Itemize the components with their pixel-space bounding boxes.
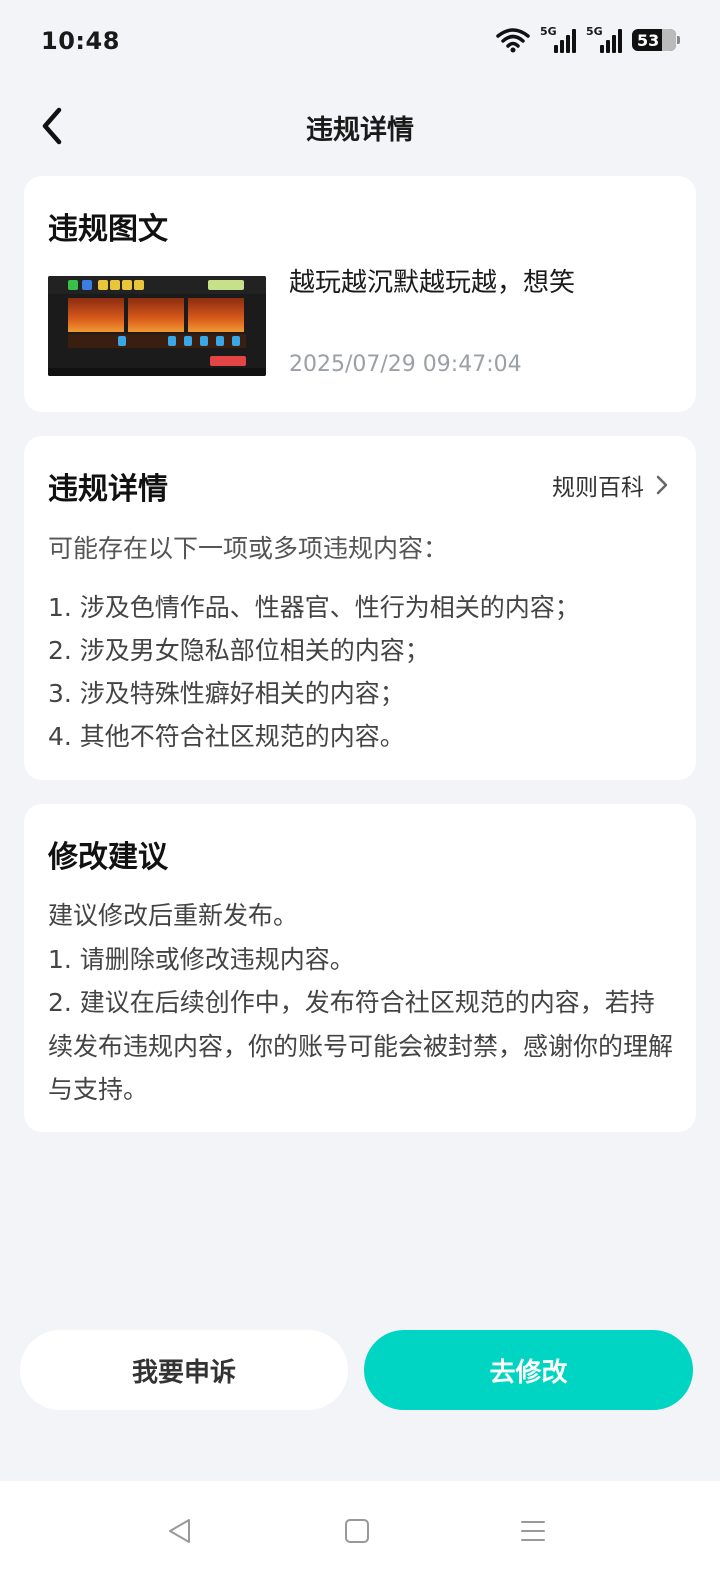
suggestion-line: 1. 请删除或修改违规内容。 — [48, 944, 355, 974]
suggestion-line: 2. 建议在后续创作中，发布符合社区规范的内容，若持续发布违规内容，你的账号可能… — [48, 988, 674, 1104]
signal-icon: 5G — [586, 25, 622, 53]
list-item: 1. 涉及色情作品、性器官、性行为相关的内容； — [48, 593, 580, 622]
system-nav-bar — [0, 1481, 720, 1584]
chevron-right-icon — [656, 475, 668, 495]
rules-wiki-link[interactable]: 规则百科 — [552, 468, 668, 502]
page-title: 违规详情 — [306, 115, 414, 146]
status-time: 10:48 — [41, 27, 120, 55]
wifi-icon — [496, 28, 530, 53]
rules-wiki-label: 规则百科 — [552, 475, 644, 501]
status-icons: 5G 5G 53 — [496, 25, 680, 53]
suggestion-line: 建议修改后重新发布。 — [48, 901, 299, 930]
violation-post-card: 违规图文 越玩越沉默越玩越，想笑 2025/07/29 09:47:04 — [24, 176, 696, 412]
detail-intro: 可能存在以下一项或多项违规内容： — [48, 534, 449, 563]
status-bar: 10:48 5G 5G 53 — [0, 0, 720, 84]
list-item: 2. 涉及男女隐私部位相关的内容； — [48, 636, 430, 665]
signal-icon: 5G — [540, 25, 576, 53]
suggestion-card-title: 修改建议 — [48, 840, 168, 875]
list-item: 4. 其他不符合社区规范的内容。 — [48, 722, 405, 751]
violation-list: 1. 涉及色情作品、性器官、性行为相关的内容； 2. 涉及男女隐私部位相关的内容… — [48, 586, 580, 758]
post-text: 越玩越沉默越玩越，想笑 — [289, 268, 576, 298]
detail-card-title: 违规详情 — [48, 472, 168, 507]
violation-detail-card: 违规详情 规则百科 可能存在以下一项或多项违规内容： 1. 涉及色情作品、性器官… — [24, 436, 696, 780]
suggestion-card: 修改建议 建议修改后重新发布。 1. 请删除或修改违规内容。 2. 建议在后续创… — [24, 804, 696, 1132]
menu-icon — [521, 1521, 545, 1541]
battery-icon: 53 — [632, 29, 680, 51]
post-thumbnail[interactable] — [48, 276, 266, 376]
list-item: 3. 涉及特殊性癖好相关的内容； — [48, 679, 405, 708]
post-timestamp: 2025/07/29 09:47:04 — [289, 352, 522, 377]
nav-menu-button[interactable] — [511, 1509, 555, 1553]
modify-button[interactable]: 去修改 — [364, 1330, 693, 1410]
header: 违规详情 — [0, 90, 720, 162]
square-home-icon — [345, 1519, 369, 1543]
battery-level: 53 — [637, 30, 660, 50]
appeal-button[interactable]: 我要申诉 — [20, 1330, 348, 1410]
nav-home-button[interactable] — [335, 1509, 379, 1553]
nav-back-button[interactable] — [158, 1509, 202, 1553]
triangle-back-icon — [169, 1519, 190, 1543]
suggestion-body: 建议修改后重新发布。 1. 请删除或修改违规内容。 2. 建议在后续创作中，发布… — [48, 894, 674, 1112]
post-card-title: 违规图文 — [48, 212, 168, 247]
